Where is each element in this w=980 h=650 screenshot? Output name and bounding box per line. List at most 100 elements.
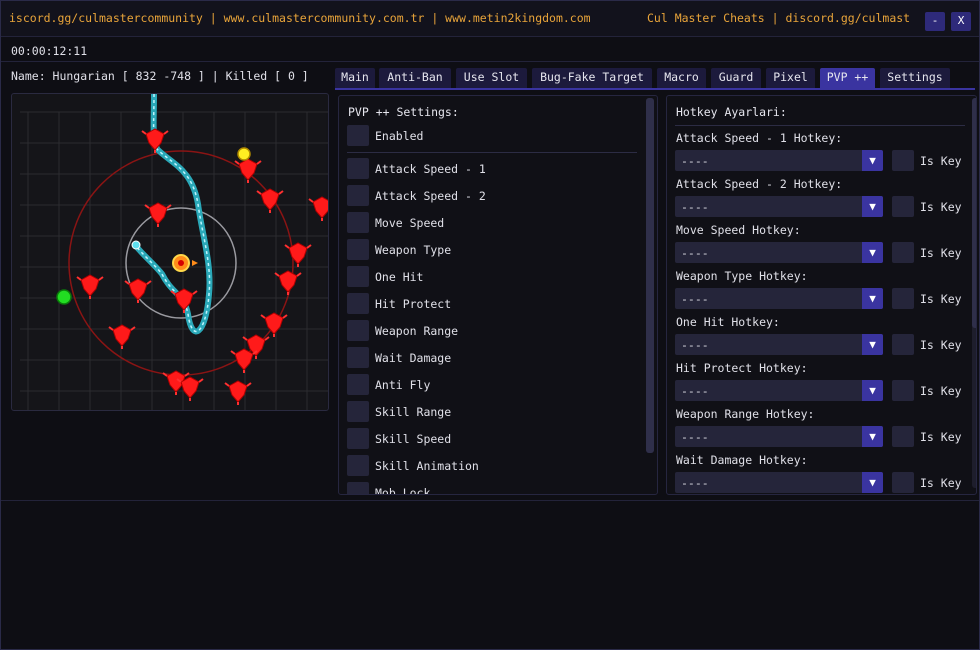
timer-bar: 00:00:12:11	[1, 38, 979, 62]
hotkey-label: Weapon Type Hotkey:	[676, 269, 808, 283]
is-key-label: Is Key	[920, 384, 962, 398]
select-value: ----	[681, 338, 709, 352]
tab-anti-ban[interactable]: Anti-Ban	[379, 68, 451, 88]
option-label: Attack Speed - 2	[375, 189, 486, 203]
attack-speed-2-hotkey-select[interactable]: ---- ▼	[675, 196, 883, 217]
is-key-label: Is Key	[920, 246, 962, 260]
option-label: Weapon Range	[375, 324, 459, 338]
option-label: Mob Lock	[375, 486, 431, 495]
hotkey-scrollbar-thumb[interactable]	[972, 98, 976, 328]
option-label: Anti Fly	[375, 378, 431, 392]
weapon-type-hotkey-select[interactable]: ---- ▼	[675, 288, 883, 309]
wait-damage-checkbox[interactable]	[347, 347, 369, 368]
hit-protect-hotkey-select[interactable]: ---- ▼	[675, 380, 883, 401]
pvp-settings-panel[interactable]: PVP ++ Settings: Enabled Attack Speed - …	[338, 95, 658, 495]
app-title: Cul Master Cheats | discord.gg/culmast	[647, 11, 911, 25]
hotkey-label: One Hit Hotkey:	[676, 315, 780, 329]
wait-damage-is-key-checkbox[interactable]	[892, 472, 914, 493]
player-status: Name: Hungarian [ 832 -748 ] | Killed [ …	[11, 69, 309, 83]
hotkey-scrollbar[interactable]	[972, 98, 976, 488]
chevron-down-icon[interactable]: ▼	[862, 196, 883, 217]
app-window: iscord.gg/culmastercommunity | www.culma…	[0, 0, 980, 650]
attack-speed-1-checkbox[interactable]	[347, 158, 369, 179]
tab-use-slot[interactable]: Use Slot	[456, 68, 527, 88]
divider	[1, 500, 979, 501]
one-hit-is-key-checkbox[interactable]	[892, 334, 914, 355]
option-label: One Hit	[375, 270, 424, 284]
enabled-checkbox[interactable]	[347, 125, 369, 146]
hotkey-title: Hotkey Ayarlari:	[676, 105, 787, 119]
option-label: Attack Speed - 1	[375, 162, 486, 176]
route-start-marker	[131, 240, 141, 250]
tab-pvp-plus[interactable]: PVP ++	[820, 68, 875, 88]
is-key-label: Is Key	[920, 154, 962, 168]
tab-guard[interactable]: Guard	[711, 68, 761, 88]
hotkey-label: Wait Damage Hotkey:	[676, 453, 808, 467]
hotkey-label: Weapon Range Hotkey:	[676, 407, 815, 421]
hit-protect-is-key-checkbox[interactable]	[892, 380, 914, 401]
target-marker-icon	[237, 147, 251, 161]
weapon-range-hotkey-select[interactable]: ---- ▼	[675, 426, 883, 447]
move-speed-hotkey-select[interactable]: ---- ▼	[675, 242, 883, 263]
hit-protect-checkbox[interactable]	[347, 293, 369, 314]
weapon-type-checkbox[interactable]	[347, 239, 369, 260]
weapon-type-is-key-checkbox[interactable]	[892, 288, 914, 309]
option-label: Skill Animation	[375, 459, 479, 473]
option-label: Skill Speed	[375, 432, 452, 446]
title-bar[interactable]: iscord.gg/culmastercommunity | www.culma…	[1, 1, 979, 37]
tab-bug-fake-target[interactable]: Bug-Fake Target	[532, 68, 652, 88]
is-key-label: Is Key	[920, 292, 962, 306]
select-value: ----	[681, 430, 709, 444]
skill-speed-checkbox[interactable]	[347, 428, 369, 449]
chevron-down-icon[interactable]: ▼	[862, 288, 883, 309]
select-value: ----	[681, 200, 709, 214]
chevron-down-icon[interactable]: ▼	[862, 472, 883, 493]
minimize-button[interactable]: -	[925, 12, 945, 31]
one-hit-hotkey-select[interactable]: ---- ▼	[675, 334, 883, 355]
mob-lock-checkbox[interactable]	[347, 482, 369, 494]
ally-marker-icon	[56, 289, 72, 305]
wait-damage-hotkey-select[interactable]: ---- ▼	[675, 472, 883, 493]
radar-map[interactable]	[11, 93, 329, 411]
pvp-settings-title: PVP ++ Settings:	[348, 105, 459, 119]
session-timer: 00:00:12:11	[11, 44, 88, 58]
pvp-scrollbar[interactable]	[646, 98, 654, 453]
close-button[interactable]: X	[951, 12, 971, 31]
chevron-down-icon[interactable]: ▼	[862, 426, 883, 447]
hotkey-label: Hit Protect Hotkey:	[676, 361, 808, 375]
select-value: ----	[681, 476, 709, 490]
tab-macro[interactable]: Macro	[657, 68, 706, 88]
hotkey-label: Attack Speed - 1 Hotkey:	[676, 131, 843, 145]
option-label: Skill Range	[375, 405, 452, 419]
attack-speed-1-is-key-checkbox[interactable]	[892, 150, 914, 171]
chevron-down-icon[interactable]: ▼	[862, 150, 883, 171]
attack-speed-2-checkbox[interactable]	[347, 185, 369, 206]
is-key-label: Is Key	[920, 430, 962, 444]
anti-fly-checkbox[interactable]	[347, 374, 369, 395]
hotkey-panel[interactable]: Hotkey Ayarlari: Attack Speed - 1 Hotkey…	[666, 95, 977, 495]
tab-settings[interactable]: Settings	[880, 68, 950, 88]
one-hit-checkbox[interactable]	[347, 266, 369, 287]
attack-speed-2-is-key-checkbox[interactable]	[892, 196, 914, 217]
weapon-range-is-key-checkbox[interactable]	[892, 426, 914, 447]
move-speed-checkbox[interactable]	[347, 212, 369, 233]
enabled-label: Enabled	[375, 129, 424, 143]
divider	[675, 125, 965, 126]
option-label: Move Speed	[375, 216, 445, 230]
move-speed-is-key-checkbox[interactable]	[892, 242, 914, 263]
pvp-scrollbar-thumb[interactable]	[646, 98, 654, 453]
is-key-label: Is Key	[920, 476, 962, 490]
chevron-down-icon[interactable]: ▼	[862, 242, 883, 263]
weapon-range-checkbox[interactable]	[347, 320, 369, 341]
tab-main[interactable]: Main	[335, 68, 375, 88]
select-value: ----	[681, 384, 709, 398]
divider	[347, 152, 637, 153]
skill-animation-checkbox[interactable]	[347, 455, 369, 476]
chevron-down-icon[interactable]: ▼	[862, 380, 883, 401]
select-value: ----	[681, 154, 709, 168]
chevron-down-icon[interactable]: ▼	[862, 334, 883, 355]
skill-range-checkbox[interactable]	[347, 401, 369, 422]
tab-pixel[interactable]: Pixel	[766, 68, 815, 88]
attack-speed-1-hotkey-select[interactable]: ---- ▼	[675, 150, 883, 171]
radar-canvas	[20, 94, 328, 410]
